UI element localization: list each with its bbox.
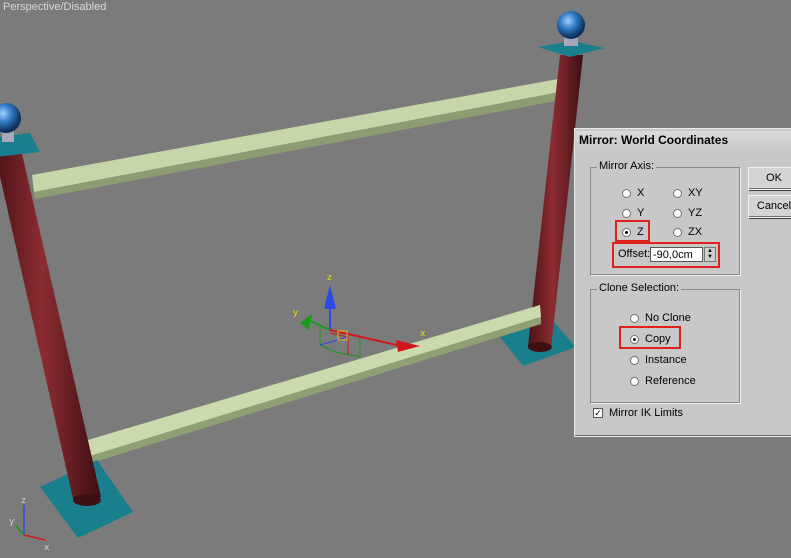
copy-highlight-box (619, 326, 681, 349)
reference-label: Reference (645, 375, 696, 387)
gizmo-y-label: y (293, 308, 299, 318)
mirror-axis-title: Mirror Axis: (597, 160, 656, 172)
axis-x-label: X (637, 187, 645, 199)
dialog-title[interactable]: Mirror: World Coordinates (576, 131, 791, 149)
left-post[interactable] (0, 145, 101, 506)
mirror-ik-label: Mirror IK Limits (609, 407, 683, 419)
transform-gizmo[interactable] (300, 285, 420, 358)
axis-option-y[interactable]: Y (622, 207, 644, 219)
radio-zx[interactable] (673, 227, 682, 237)
z-highlight-box (615, 220, 650, 242)
axis-option-xy[interactable]: XY (673, 187, 703, 199)
corner-z-label: z (21, 496, 26, 506)
radio-instance[interactable] (630, 355, 639, 365)
mirror-dialog: Mirror: World Coordinates Mirror Axis: X… (574, 128, 791, 437)
axis-option-x[interactable]: X (622, 187, 644, 199)
corner-y-label: y (9, 517, 15, 527)
axis-yz-label: YZ (688, 207, 703, 219)
viewport-label[interactable]: Perspective/Disabled (3, 1, 106, 13)
axis-xy-label: XY (688, 187, 703, 199)
clone-option-no-clone[interactable]: No Clone (630, 312, 691, 324)
ok-button[interactable]: OK (748, 167, 791, 190)
clone-selection-group: Clone Selection: No Clone Copy Instance … (590, 282, 740, 403)
clone-selection-title: Clone Selection: (597, 282, 682, 294)
radio-x[interactable] (622, 188, 631, 198)
right-sphere[interactable] (557, 11, 585, 39)
gizmo-z-label: z (327, 273, 332, 283)
no-clone-label: No Clone (645, 312, 691, 324)
clone-option-instance[interactable]: Instance (630, 354, 687, 366)
mirror-ik-checkbox[interactable]: ✓ (593, 408, 603, 418)
axis-option-zx[interactable]: ZX (673, 226, 702, 238)
radio-y[interactable] (622, 208, 631, 218)
radio-reference[interactable] (630, 376, 639, 386)
left-sphere[interactable] (0, 103, 21, 133)
offset-spinner[interactable]: ▲ ▼ (704, 247, 716, 262)
offset-input[interactable]: -90,0cm (650, 247, 703, 262)
radio-xy[interactable] (673, 188, 682, 198)
radio-yz[interactable] (673, 208, 682, 218)
world-axis-tripod (15, 505, 46, 541)
axis-y-label: Y (637, 207, 645, 219)
corner-x-label: x (44, 543, 50, 553)
axis-zx-label: ZX (688, 226, 703, 238)
instance-label: Instance (645, 354, 687, 366)
axis-option-yz[interactable]: YZ (673, 207, 702, 219)
clone-option-reference[interactable]: Reference (630, 375, 696, 387)
lower-rail[interactable] (88, 305, 541, 463)
gizmo-x-label: x (420, 329, 426, 339)
cancel-button[interactable]: Cancel (748, 195, 791, 218)
upper-rail[interactable] (32, 79, 561, 199)
radio-no-clone[interactable] (630, 313, 639, 323)
